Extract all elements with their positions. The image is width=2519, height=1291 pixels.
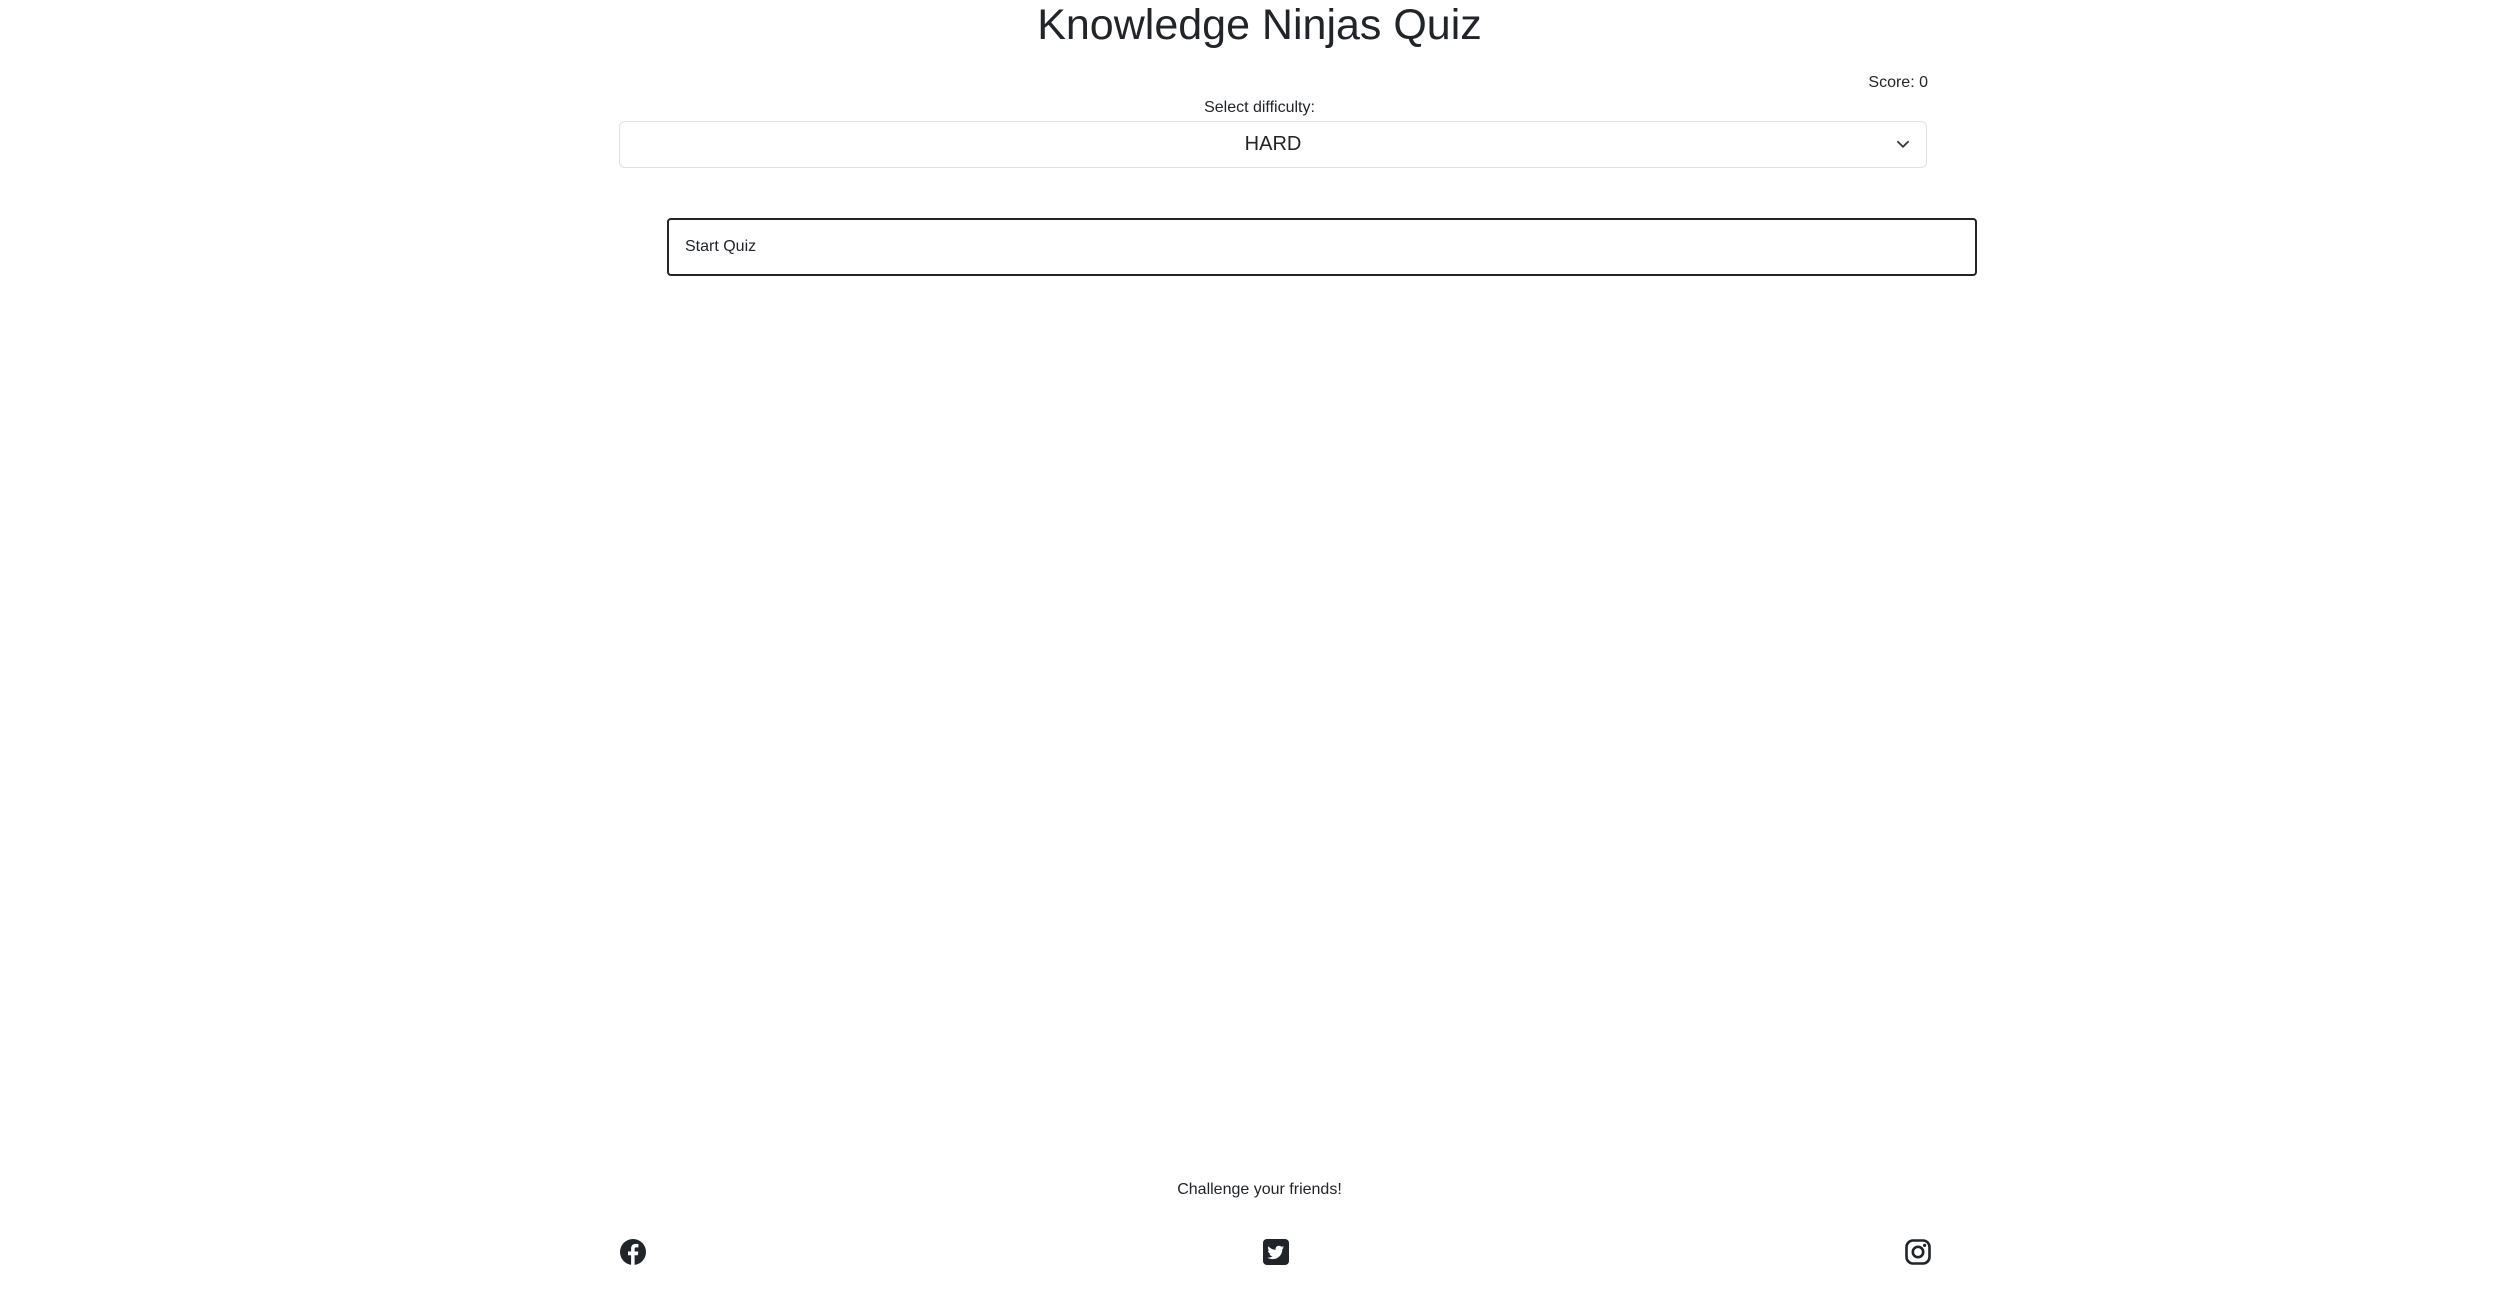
- quiz-page: Knowledge Ninjas Quiz Score: 0 Select di…: [0, 0, 2519, 1291]
- twitter-icon[interactable]: [1262, 1238, 1290, 1266]
- chevron-down-icon: [1894, 135, 1912, 153]
- instagram-icon[interactable]: [1904, 1238, 1932, 1266]
- page-title: Knowledge Ninjas Quiz: [1037, 1, 1482, 49]
- difficulty-select[interactable]: HARD: [619, 121, 1927, 168]
- start-quiz-button[interactable]: Start Quiz: [667, 218, 1977, 276]
- score-display: Score: 0: [1868, 74, 1928, 91]
- facebook-icon[interactable]: [619, 1238, 647, 1266]
- footer-tagline: Challenge your friends!: [1177, 1181, 1342, 1198]
- difficulty-selected-value: HARD: [1244, 133, 1302, 155]
- start-quiz-label: Start Quiz: [685, 238, 757, 255]
- difficulty-label: Select difficulty:: [1204, 99, 1315, 116]
